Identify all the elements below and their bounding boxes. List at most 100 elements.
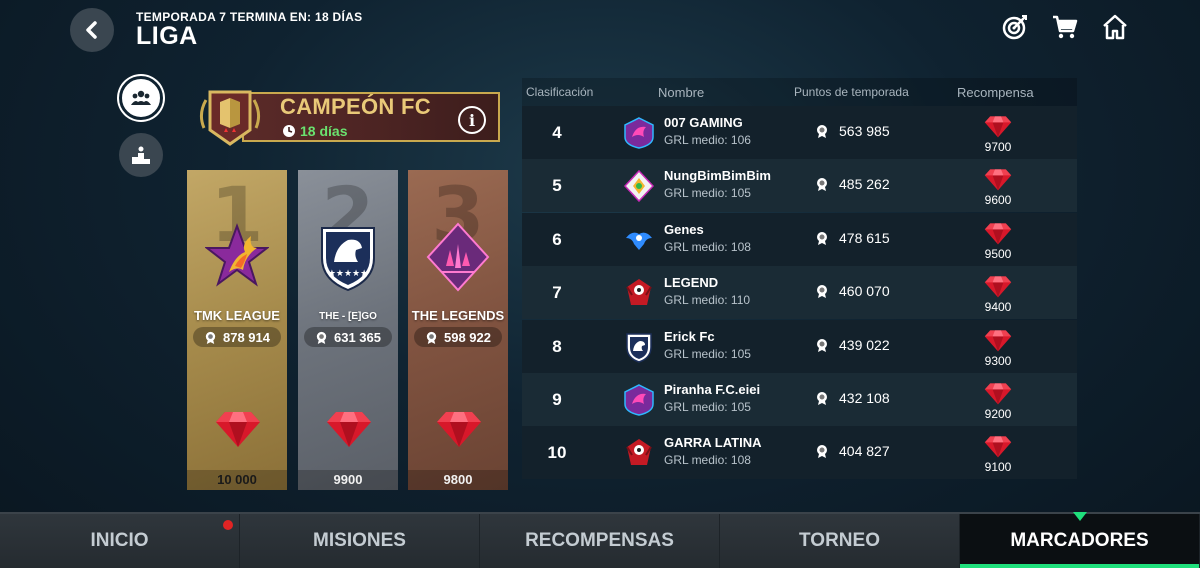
- podium-second[interactable]: 2 ★★★★★ THE - [E]GO 631 365 9900: [298, 170, 398, 490]
- medal-icon: [426, 331, 437, 344]
- nav-misiones[interactable]: MISIONES: [240, 514, 480, 568]
- row-club-name: Genes: [664, 221, 704, 237]
- info-button[interactable]: i: [458, 106, 486, 134]
- row-club-name: 007 GAMING: [664, 115, 743, 130]
- active-indicator-icon: [1072, 512, 1087, 521]
- row-club-ovr: GRL medio: 106: [664, 133, 751, 147]
- table-header: Clasificación Nombre Puntos de temporada…: [522, 78, 1077, 106]
- podium-points: 878 914: [193, 327, 281, 347]
- row-rank: 7: [552, 283, 562, 303]
- row-points-value: 404 827: [839, 443, 890, 460]
- row-points: 563 985: [815, 123, 890, 139]
- row-club-ovr: GRL medio: 108: [664, 453, 751, 468]
- leaderboard-table: Clasificación Nombre Puntos de temporada…: [522, 78, 1077, 490]
- gem-icon: [984, 436, 1012, 458]
- row-club-name: Piranha F.C.eiei: [664, 382, 761, 397]
- header-points: Puntos de temporada: [794, 85, 909, 99]
- medal-icon: [817, 392, 827, 405]
- podium-third[interactable]: 3 THE LEGENDS 598 922 9800: [408, 170, 508, 490]
- row-points-value: 563 985: [839, 123, 890, 139]
- medal-icon: [817, 231, 827, 245]
- row-reward: 9100: [984, 460, 1012, 475]
- gem-icon: [327, 412, 371, 447]
- podium-reward: 9800: [408, 470, 508, 490]
- diamond-crest-icon: [426, 222, 490, 292]
- table-row[interactable]: 9 Piranha F.C.eiei GRL medio: 105 432 108 92…: [522, 373, 1077, 426]
- podium-club-name: TMK LEAGUE: [194, 308, 280, 323]
- podium-first[interactable]: 1 TMK LEAGUE 878 914 10 000: [187, 170, 287, 490]
- header-rank: Clasificación: [526, 85, 594, 99]
- gem-icon: [984, 276, 1012, 298]
- row-reward: 9500: [984, 246, 1012, 261]
- objectives-button[interactable]: [1000, 12, 1030, 42]
- nav-inicio[interactable]: INICIO: [0, 514, 240, 568]
- podium-reward: 10 000: [187, 470, 287, 490]
- row-points-value: 460 070: [839, 283, 890, 300]
- nav-torneo[interactable]: TORNEO: [720, 514, 960, 568]
- nav-label: INICIO: [90, 530, 149, 551]
- nav-label: MARCADORES: [1010, 530, 1149, 551]
- medal-icon: [817, 285, 827, 299]
- podium-points-value: 631 365: [334, 329, 381, 345]
- podium-club-name: THE - [E]GO: [319, 311, 377, 322]
- svg-text:★★★★★: ★★★★★: [328, 268, 368, 278]
- table-row[interactable]: 5 NungBimBimBim GRL medio: 105 485 262 9600: [522, 159, 1077, 213]
- gem-icon: [984, 169, 1012, 191]
- table-row[interactable]: 8 Erick Fc GRL medio: 105 439 022 9300: [522, 319, 1077, 373]
- league-tab-button[interactable]: [119, 76, 163, 120]
- home-button[interactable]: [1100, 12, 1130, 42]
- gem-icon: [984, 116, 1012, 138]
- info-icon: i: [468, 110, 476, 130]
- podium-reward: 9900: [298, 470, 398, 490]
- row-points: 439 022: [815, 337, 890, 353]
- league-time: 18 días: [282, 123, 347, 139]
- row-points-value: 478 615: [839, 229, 890, 246]
- table-row[interactable]: 10 GARRA LATINA GRL medio: 108 404 827 9100: [522, 426, 1077, 480]
- header-name: Nombre: [658, 85, 705, 100]
- table-row[interactable]: 7 LEGEND GRL medio: 110 460 070 9400: [522, 266, 1077, 320]
- podium-icon: [132, 146, 150, 164]
- target-icon: [1002, 15, 1027, 40]
- nav-marcadores[interactable]: MARCADORES: [960, 512, 1200, 568]
- bottom-nav: INICIO MISIONES RECOMPENSAS TORNEO MARCA…: [0, 512, 1200, 568]
- row-points: 404 827: [815, 443, 890, 459]
- cart-icon: [1053, 15, 1078, 39]
- top-toolbar: [1000, 12, 1130, 42]
- gem-icon: [984, 383, 1012, 405]
- club-crest-icon: [624, 117, 654, 149]
- table-row[interactable]: 4 007 GAMING GRL medio: 106 563 985 9700: [522, 106, 1077, 159]
- row-club-ovr: GRL medio: 108: [664, 239, 751, 254]
- medal-icon: [817, 445, 827, 459]
- club-crest-icon: [624, 384, 654, 416]
- row-rank: 6: [552, 229, 562, 249]
- notification-dot: [223, 520, 233, 530]
- gem-icon: [984, 223, 1012, 245]
- table-row[interactable]: 6 Genes GRL medio: 108 478 615 9500: [522, 212, 1077, 266]
- row-points-value: 439 022: [839, 336, 890, 353]
- row-club-name: NungBimBimBim: [664, 168, 771, 184]
- row-points: 432 108: [815, 390, 890, 406]
- store-button[interactable]: [1050, 12, 1080, 42]
- gem-icon: [984, 329, 1012, 351]
- horse-shield-icon: ★★★★★: [321, 227, 375, 292]
- row-rank: 8: [552, 336, 562, 356]
- podium-club-name: THE LEGENDS: [411, 308, 505, 323]
- medal-icon: [205, 331, 216, 344]
- back-chevron-icon: [86, 21, 97, 39]
- row-reward: 9700: [984, 140, 1012, 154]
- medal-icon: [817, 338, 827, 352]
- medal-icon: [817, 178, 827, 192]
- row-club-name: LEGEND: [664, 275, 719, 291]
- league-badge-icon: [199, 90, 261, 146]
- ranking-tab-button[interactable]: [119, 133, 163, 177]
- club-crest-icon: [624, 331, 654, 363]
- league-name: CAMPEÓN FC: [280, 94, 431, 119]
- row-club-ovr: GRL medio: 105: [664, 400, 751, 414]
- back-button[interactable]: [70, 8, 114, 52]
- nav-recompensas[interactable]: RECOMPENSAS: [480, 514, 720, 568]
- clock-icon: [283, 125, 295, 137]
- nav-label: RECOMPENSAS: [525, 530, 674, 551]
- medal-icon: [316, 331, 327, 344]
- podium-points: 631 365: [304, 327, 392, 347]
- row-points: 485 262: [815, 176, 890, 192]
